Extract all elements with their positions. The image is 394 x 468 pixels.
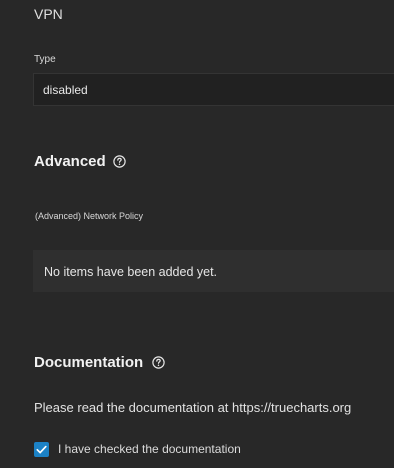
type-select-value: disabled [43, 83, 88, 97]
documentation-checkbox[interactable] [34, 442, 49, 457]
type-select[interactable]: disabled [33, 73, 394, 106]
documentation-heading: Documentation [34, 354, 144, 371]
checkmark-icon [36, 445, 47, 454]
type-field-label: Type [34, 54, 56, 65]
documentation-text: Please read the documentation at https:/… [34, 400, 352, 415]
network-policy-label: (Advanced) Network Policy [35, 211, 144, 221]
documentation-checkbox-label[interactable]: I have checked the documentation [58, 442, 241, 456]
empty-list-message: No items have been added yet. [44, 265, 218, 279]
network-policy-list: No items have been added yet. [33, 250, 394, 292]
advanced-heading: Advanced [34, 153, 106, 170]
vpn-section-title: VPN [34, 6, 63, 22]
help-circle-icon[interactable] [152, 356, 165, 369]
help-circle-icon[interactable] [113, 155, 126, 168]
